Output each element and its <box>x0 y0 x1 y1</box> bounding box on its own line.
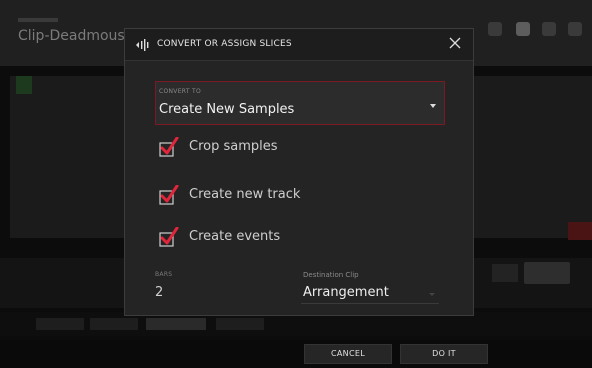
background-gear-icon <box>568 22 582 36</box>
background-tab <box>90 318 138 330</box>
destination-clip-dropdown[interactable]: Arrangement <box>301 283 439 304</box>
convert-to-label: CONVERT TO <box>159 88 201 95</box>
convert-slices-dialog: CONVERT OR ASSIGN SLICES CONVERT TO Crea… <box>124 28 474 316</box>
convert-to-dropdown[interactable]: CONVERT TO Create New Samples <box>155 81 445 125</box>
background-tab <box>216 318 264 330</box>
background-red-marker <box>568 222 592 240</box>
dialog-header: CONVERT OR ASSIGN SLICES <box>125 29 473 61</box>
chevron-down-icon <box>429 293 435 296</box>
bars-label: BARS <box>155 271 173 278</box>
destination-clip-value: Arrangement <box>303 285 389 300</box>
close-icon[interactable] <box>447 35 463 51</box>
destination-clip-label: Destination Clip <box>303 271 359 279</box>
background-button <box>524 262 570 284</box>
background-icon <box>488 22 502 36</box>
slices-icon <box>135 37 151 51</box>
background-icon <box>542 22 556 36</box>
background-control <box>492 264 518 282</box>
convert-to-value: Create New Samples <box>159 102 295 117</box>
create-events-label: Create events <box>189 229 281 244</box>
background-header-bar <box>18 18 58 22</box>
background-tab <box>146 318 206 330</box>
checkmark-icon <box>159 136 179 157</box>
background-tab <box>36 318 84 330</box>
bars-value[interactable]: 2 <box>155 285 163 300</box>
background-track-marker <box>16 76 32 94</box>
background-search-icon <box>516 22 530 36</box>
checkmark-icon <box>159 226 179 247</box>
background-footer <box>0 340 592 368</box>
dialog-title: CONVERT OR ASSIGN SLICES <box>157 39 292 49</box>
create-new-track-label: Create new track <box>189 187 301 202</box>
chevron-down-icon <box>430 104 436 108</box>
checkmark-icon <box>159 184 179 205</box>
do-it-button[interactable]: DO IT <box>400 344 488 364</box>
crop-samples-label: Crop samples <box>189 139 278 154</box>
cancel-button[interactable]: CANCEL <box>304 344 392 364</box>
